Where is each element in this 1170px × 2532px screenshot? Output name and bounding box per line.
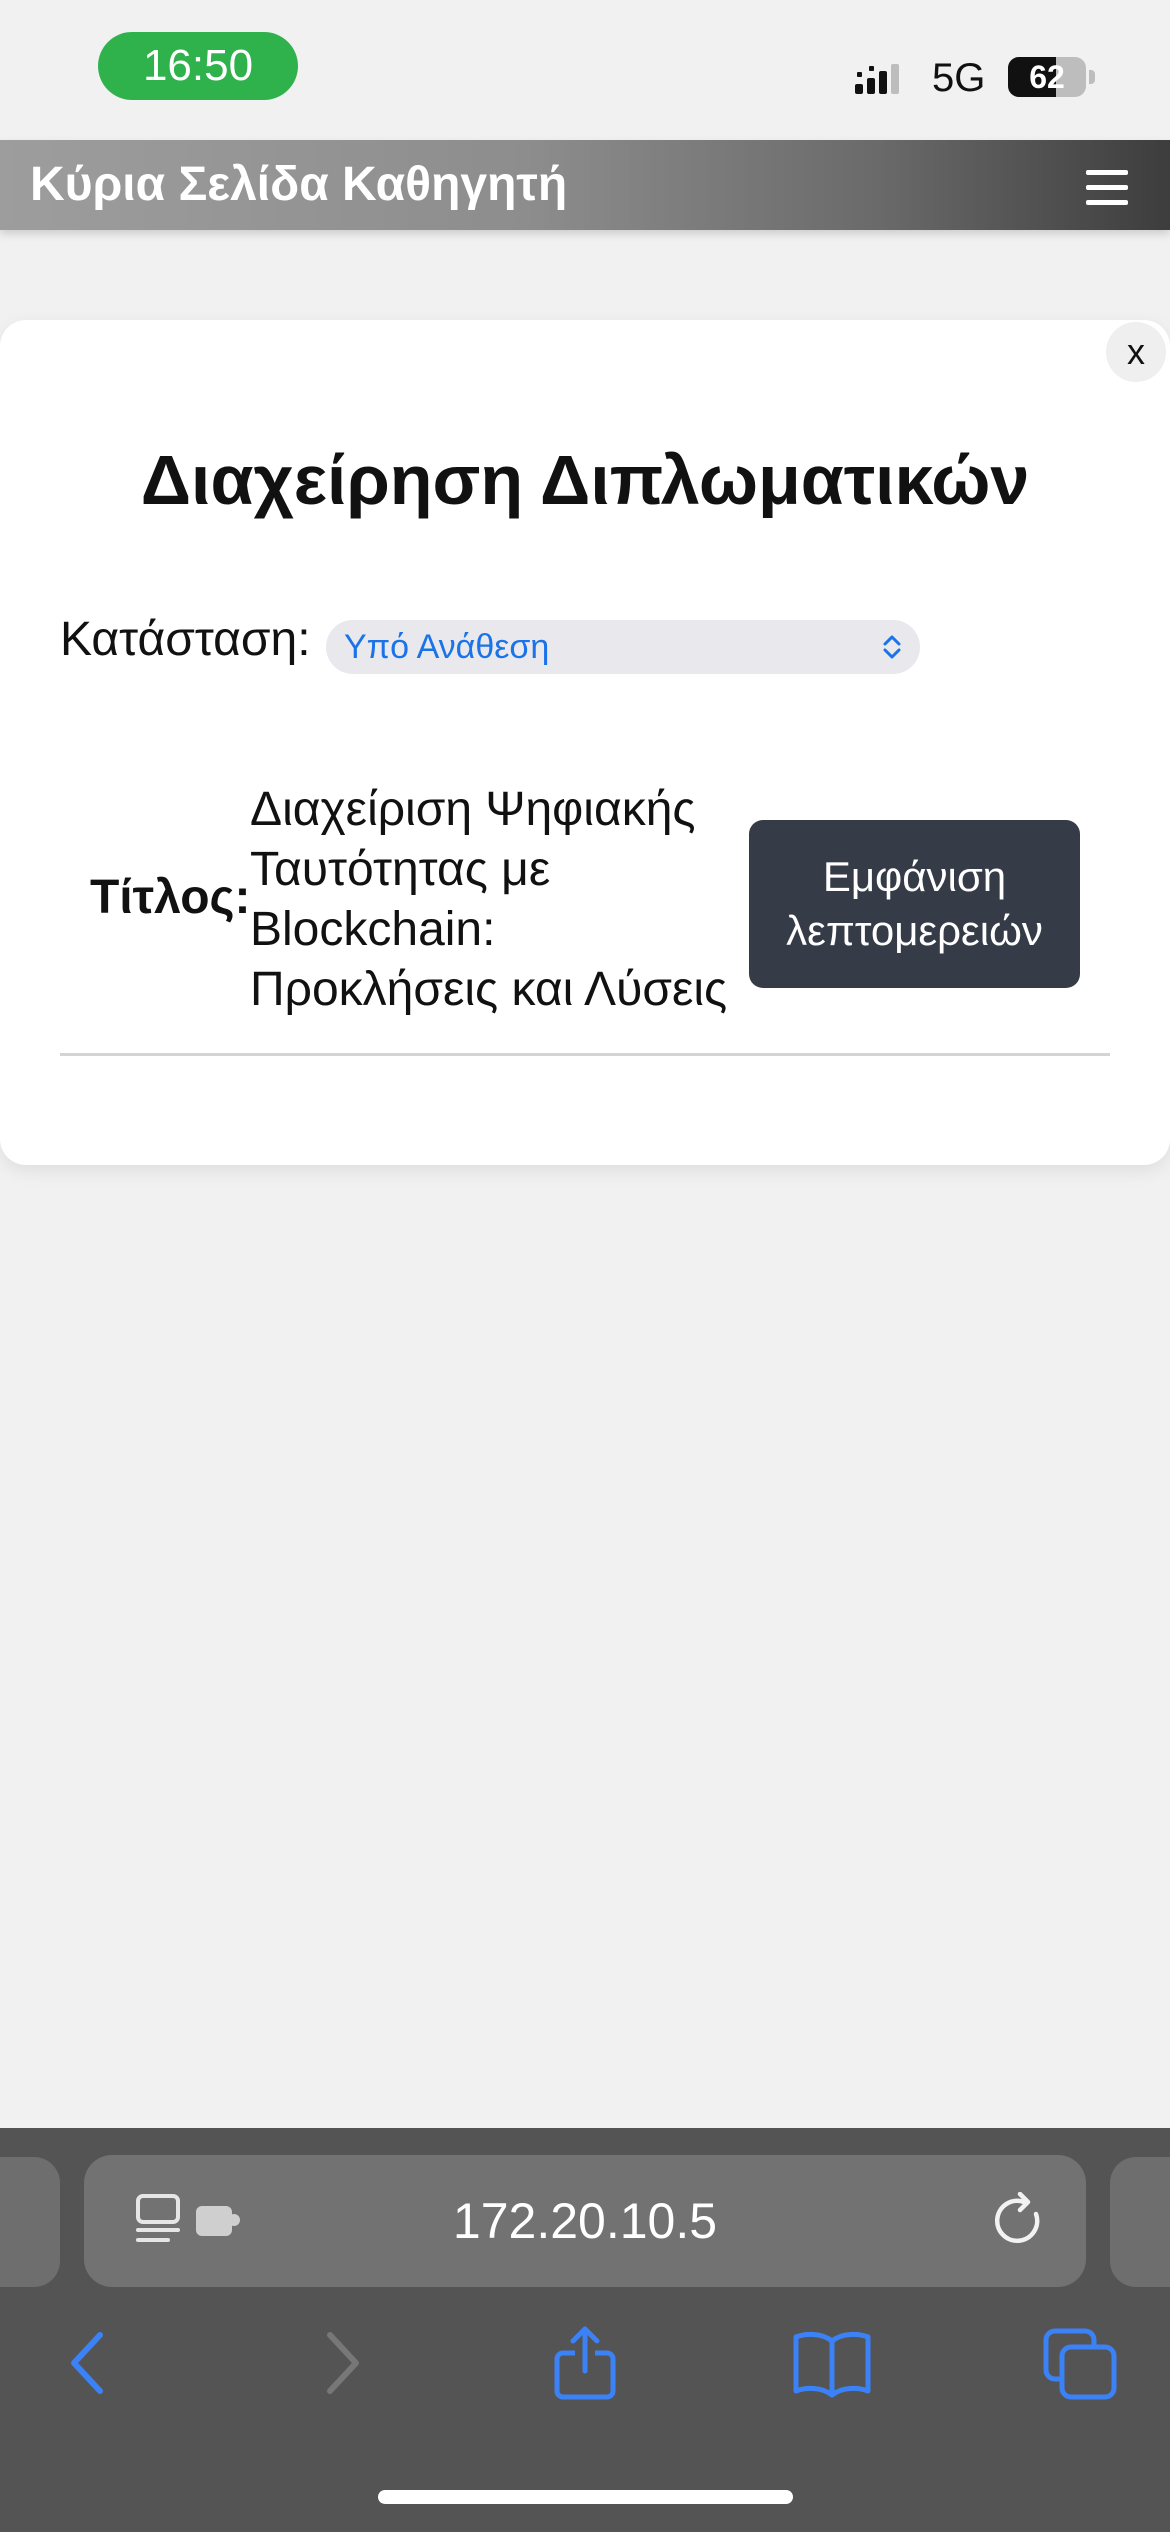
- thesis-title-line: Προκλήσεις και Λύσεις: [250, 963, 728, 1016]
- home-indicator[interactable]: [378, 2490, 793, 2504]
- show-details-label-line: λεπτομερειών: [786, 907, 1043, 954]
- page-title: Κύρια Σελίδα Καθηγητή: [30, 158, 568, 211]
- thesis-title: Διαχείριση Ψηφιακής Ταυτότητας με Blockc…: [250, 780, 750, 1020]
- close-button[interactable]: x: [1106, 322, 1166, 382]
- status-selected-value: Υπό Ανάθεση: [344, 628, 550, 666]
- app-header: Κύρια Σελίδα Καθηγητή: [0, 140, 1170, 230]
- status-filter-label: Κατάσταση:: [60, 613, 311, 666]
- battery-icon: 62: [1008, 57, 1086, 97]
- select-chevron-icon: [883, 635, 901, 659]
- thesis-title-label: Τίτλος:: [90, 871, 251, 924]
- row-divider: [60, 1053, 1110, 1056]
- thesis-title-line: Διαχείριση Ψηφιακής: [250, 783, 696, 836]
- share-icon[interactable]: [545, 2325, 625, 2401]
- status-time: 16:50: [98, 32, 298, 100]
- tabs-icon[interactable]: [1040, 2325, 1120, 2401]
- thesis-title-line: Blockchain:: [250, 903, 496, 956]
- thesis-title-line: Ταυτότητας με: [250, 843, 551, 896]
- next-tab-preview[interactable]: [1110, 2157, 1170, 2287]
- reload-icon[interactable]: [990, 2192, 1048, 2250]
- hamburger-menu-icon[interactable]: [1086, 170, 1128, 206]
- modal-title: Διαχείρηση Διπλωματικών: [140, 441, 1030, 519]
- back-icon[interactable]: [50, 2325, 130, 2401]
- forward-icon[interactable]: [300, 2325, 380, 2401]
- network-type: 5G: [932, 56, 986, 100]
- battery-level: 62: [1029, 58, 1065, 95]
- previous-tab-preview[interactable]: [0, 2157, 60, 2287]
- battery-tip: [1089, 70, 1095, 84]
- show-details-button[interactable]: Εμφάνιση λεπτομερειών: [749, 820, 1080, 988]
- show-details-label-line: Εμφάνιση: [822, 853, 1007, 900]
- signal-icon: [855, 64, 899, 94]
- reader-icon[interactable]: [134, 2192, 250, 2248]
- status-filter-select[interactable]: Υπό Ανάθεση: [326, 620, 920, 674]
- bookmarks-icon[interactable]: [792, 2325, 872, 2401]
